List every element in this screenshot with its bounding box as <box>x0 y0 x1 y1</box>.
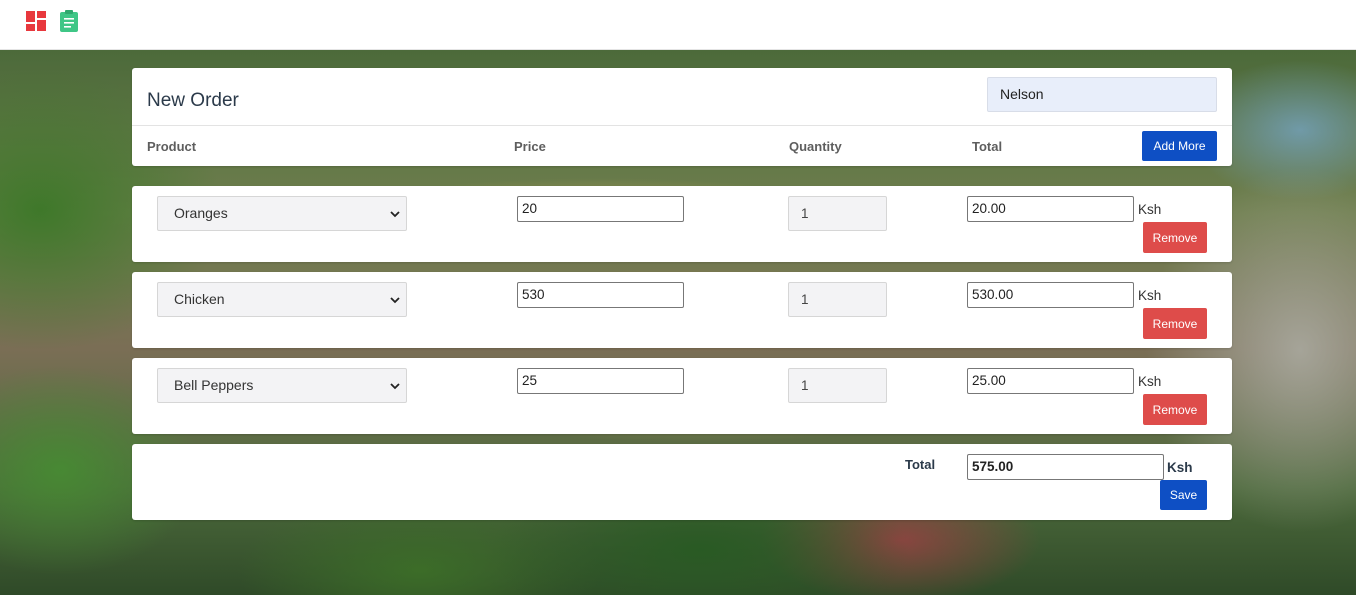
remove-button[interactable]: Remove <box>1143 394 1207 425</box>
order-row: Oranges 20 1 20.00 Ksh Remove <box>132 186 1232 262</box>
product-select[interactable]: Oranges <box>157 196 407 231</box>
row-currency-label: Ksh <box>1138 374 1162 389</box>
row-total-input[interactable]: 20.00 <box>967 196 1134 222</box>
grand-total-currency: Ksh <box>1167 460 1193 475</box>
product-select-value: Oranges <box>174 205 228 221</box>
column-header-total: Total <box>972 139 1003 154</box>
chevron-down-icon <box>390 297 400 304</box>
column-header-product: Product <box>147 139 197 154</box>
quantity-input[interactable]: 1 <box>788 196 887 231</box>
chevron-down-icon <box>390 211 400 218</box>
customer-name-value: Nelson <box>1000 86 1044 102</box>
chevron-down-icon <box>390 383 400 390</box>
grand-total-input[interactable]: 575.00 <box>967 454 1164 480</box>
price-input[interactable]: 530 <box>517 282 684 308</box>
product-select[interactable]: Chicken <box>157 282 407 317</box>
row-currency-label: Ksh <box>1138 202 1162 217</box>
order-header-card: New Order Nelson Product Price Quantity … <box>132 68 1232 166</box>
remove-button[interactable]: Remove <box>1143 222 1207 253</box>
row-total-input[interactable]: 25.00 <box>967 368 1134 394</box>
header-divider <box>132 125 1232 126</box>
order-row: Bell Peppers 25 1 25.00 Ksh Remove <box>132 358 1232 434</box>
remove-button[interactable]: Remove <box>1143 308 1207 339</box>
top-bar <box>0 0 1356 50</box>
quantity-input[interactable]: 1 <box>788 282 887 317</box>
clipboard-icon[interactable] <box>59 10 79 32</box>
price-input[interactable]: 20 <box>517 196 684 222</box>
price-input[interactable]: 25 <box>517 368 684 394</box>
column-header-price: Price <box>514 139 546 154</box>
product-select-value: Bell Peppers <box>174 377 254 393</box>
product-select-value: Chicken <box>174 291 225 307</box>
page-title: New Order <box>147 90 239 111</box>
grand-total-label: Total <box>905 457 936 472</box>
add-more-button[interactable]: Add More <box>1142 131 1217 161</box>
quantity-input[interactable]: 1 <box>788 368 887 403</box>
product-select[interactable]: Bell Peppers <box>157 368 407 403</box>
order-summary-card: Total 575.00 Ksh Save <box>132 444 1232 520</box>
customer-name-field[interactable]: Nelson <box>987 77 1217 112</box>
dashboard-icon[interactable] <box>26 11 46 31</box>
column-header-quantity: Quantity <box>789 139 842 154</box>
save-button[interactable]: Save <box>1160 480 1207 510</box>
row-total-input[interactable]: 530.00 <box>967 282 1134 308</box>
row-currency-label: Ksh <box>1138 288 1162 303</box>
order-row: Chicken 530 1 530.00 Ksh Remove <box>132 272 1232 348</box>
